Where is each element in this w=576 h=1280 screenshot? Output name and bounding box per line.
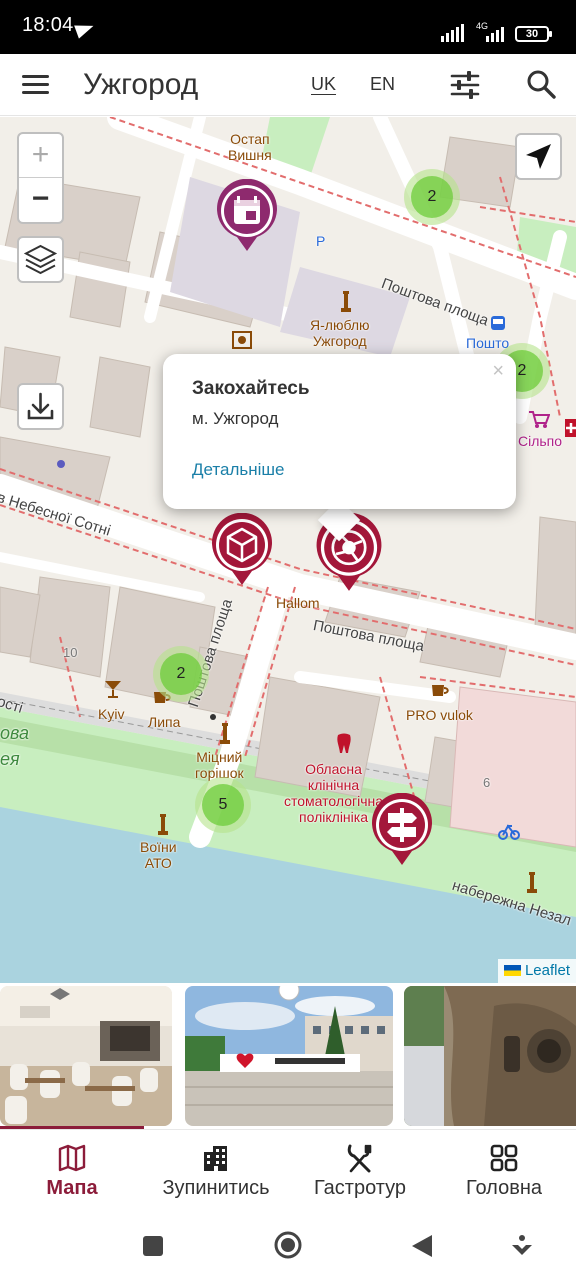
tooth-icon <box>337 733 351 753</box>
zoom-out-button[interactable]: − <box>19 178 62 222</box>
poi-label: Остап Вишня <box>228 131 272 163</box>
sculpture-photo <box>404 986 576 1126</box>
house-number: 6 <box>483 775 491 790</box>
map-icon <box>58 1144 86 1172</box>
back-icon[interactable] <box>410 1233 434 1259</box>
nav-map[interactable]: Мапа <box>0 1130 144 1214</box>
attribution-text: Leaflet <box>524 962 570 979</box>
signpost-marker[interactable] <box>370 793 434 867</box>
cluster-count: 2 <box>160 653 202 695</box>
assistant-icon[interactable] <box>510 1233 534 1259</box>
menu-icon[interactable] <box>22 75 49 95</box>
image-carousel[interactable] <box>0 983 576 1129</box>
poi-label: Hallom <box>276 595 320 611</box>
bicycle-icon <box>498 824 520 840</box>
house-number: 10 <box>63 645 78 660</box>
bar-icon <box>105 681 121 698</box>
popup-title: Закохайтесь <box>192 378 310 399</box>
marker-cluster[interactable]: 5 <box>195 777 251 833</box>
status-time: 18:04 <box>22 14 74 36</box>
map-tiles <box>0 117 576 983</box>
city-sign-photo <box>185 986 393 1126</box>
close-icon[interactable]: × <box>492 360 504 383</box>
nav-label: Головна <box>466 1177 542 1199</box>
zoom-control: + − <box>17 132 64 224</box>
poi-label: Пошто <box>466 335 510 351</box>
monument-icon <box>158 814 168 835</box>
ukraine-flag-icon <box>503 965 521 976</box>
place-card[interactable] <box>185 986 393 1126</box>
zoom-in-button[interactable]: + <box>19 134 62 178</box>
layers-button[interactable] <box>17 236 64 283</box>
pharmacy-icon <box>565 419 576 437</box>
parking-label: P <box>316 233 326 249</box>
cube-marker[interactable] <box>210 513 274 587</box>
place-card[interactable] <box>0 986 172 1126</box>
popup-subtitle: м. Ужгород <box>192 409 279 428</box>
cluster-count: 2 <box>411 176 453 218</box>
cafe-icon <box>432 685 449 696</box>
place-card[interactable] <box>404 986 576 1126</box>
grid-icon <box>490 1144 518 1172</box>
nav-label: Зупинитись <box>162 1177 270 1199</box>
locate-button[interactable] <box>515 133 562 180</box>
cluster-count: 5 <box>202 784 244 826</box>
poi-label: Я-люблю Ужгород <box>310 317 370 349</box>
map-popup: × Закохайтесь м. Ужгород Детальніше <box>163 354 516 509</box>
home-icon[interactable] <box>273 1230 303 1260</box>
calendar-icon <box>234 196 260 224</box>
status-bar: 18:04 4G 30 <box>0 0 576 54</box>
monument-icon <box>341 291 351 312</box>
details-link[interactable]: Детальніше <box>192 460 285 480</box>
poi-dot <box>57 460 65 468</box>
download-button[interactable] <box>17 383 64 430</box>
lang-uk-link[interactable]: UK <box>311 74 336 95</box>
poi-label: PRO vulok <box>406 707 473 723</box>
bus-icon <box>491 316 505 330</box>
map[interactable]: Поштова площа Поштова площа Поштова площ… <box>0 117 576 983</box>
battery-level: 30 <box>525 28 539 40</box>
shop-icon <box>529 411 550 428</box>
street-label: ея <box>0 749 20 769</box>
bottom-nav: Мапа Зупинитись Гастротур Головна <box>0 1129 576 1213</box>
network-type: 4G <box>476 21 489 31</box>
leaflet-attribution[interactable]: Leaflet <box>497 959 576 983</box>
lang-en-link[interactable]: EN <box>370 74 395 95</box>
app-bar: Ужгород UK EN <box>0 54 576 116</box>
poi-label: Обласна клінічна стоматологічна поліклін… <box>284 761 384 825</box>
monument-icon <box>220 723 230 744</box>
nav-label: Мапа <box>46 1177 98 1199</box>
fork-knife-icon <box>347 1144 372 1173</box>
marker-cluster[interactable]: 2 <box>404 169 460 225</box>
poi-label: Сільпо <box>518 433 563 449</box>
layers-icon <box>23 244 58 275</box>
info-icon <box>210 714 216 720</box>
nav-gastrotour[interactable]: Гастротур <box>288 1130 432 1214</box>
building-icon <box>204 1146 227 1171</box>
marker-cluster[interactable]: 2 <box>153 646 209 702</box>
monument-icon <box>527 872 537 893</box>
download-icon <box>27 392 54 420</box>
poi-label: Липа <box>148 714 181 730</box>
telegram-icon <box>74 19 96 39</box>
poi-label: Воїни АТО <box>140 839 177 871</box>
system-nav-bar <box>0 1213 576 1280</box>
nav-stay[interactable]: Зупинитись <box>144 1130 288 1214</box>
theatre-icon <box>232 331 252 349</box>
filter-icon[interactable] <box>450 71 480 99</box>
street-label: ова <box>0 723 30 743</box>
nav-label: Гастротур <box>313 1177 407 1199</box>
nav-home[interactable]: Головна <box>432 1130 576 1214</box>
calendar-marker[interactable] <box>215 179 279 253</box>
battery-cap <box>549 31 552 37</box>
poi-label: Kyiv <box>98 706 125 722</box>
search-icon[interactable] <box>526 69 556 99</box>
location-arrow-icon <box>526 144 551 169</box>
recents-icon[interactable] <box>142 1235 164 1257</box>
page-title: Ужгород <box>83 68 199 101</box>
restaurant-photo <box>0 986 172 1126</box>
